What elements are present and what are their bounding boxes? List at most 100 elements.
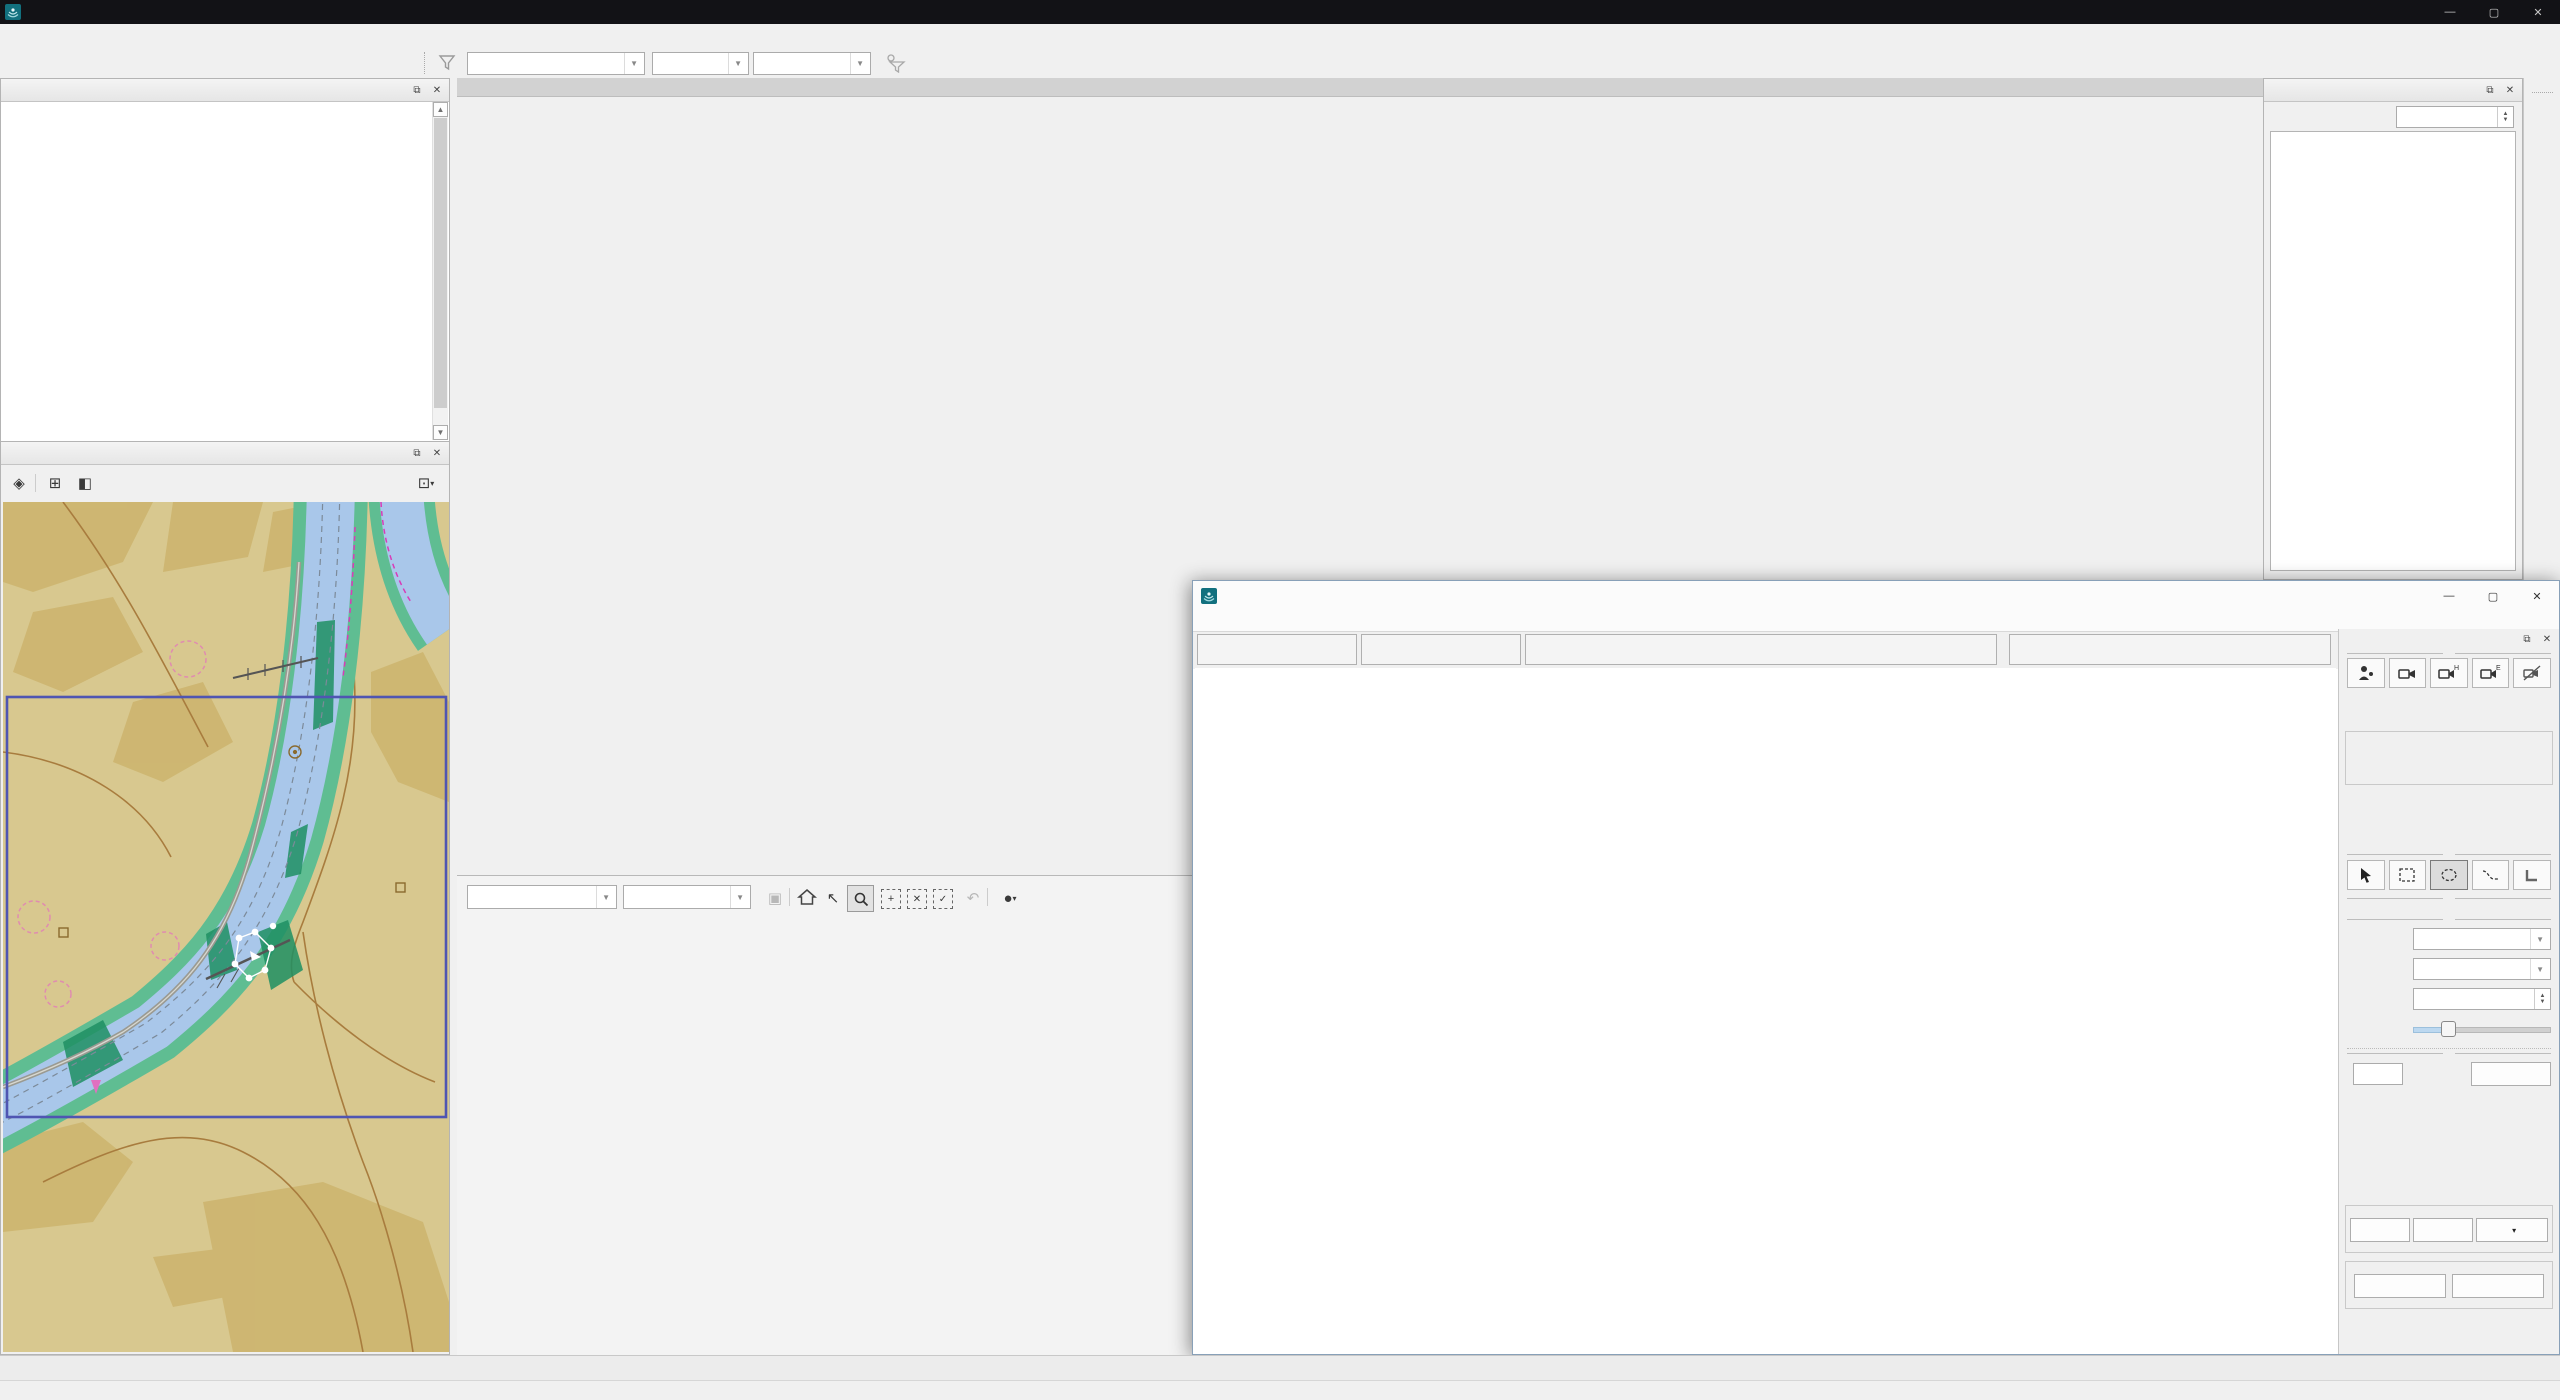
float-panel-icon[interactable]: ⧉: [409, 82, 425, 98]
cursor-rect-select-icon[interactable]: [2389, 860, 2427, 890]
layout-icon[interactable]: ◧: [73, 471, 97, 495]
cursor-polyline-icon[interactable]: [2472, 860, 2510, 890]
point-size-slider[interactable]: [2413, 1020, 2551, 1036]
filter-soundings-combo[interactable]: ▼: [467, 52, 645, 75]
channel-combo[interactable]: ▼: [467, 885, 617, 909]
cursor-lasso-icon[interactable]: [2430, 860, 2468, 890]
home-icon[interactable]: [797, 888, 817, 906]
reject-button[interactable]: [2354, 1274, 2446, 1298]
coordinates-cell: [2009, 634, 2331, 665]
zoom-extents-icon[interactable]: ◈: [7, 471, 31, 495]
scroll-down-icon[interactable]: ▼: [433, 425, 448, 440]
highlight-combo[interactable]: ▼: [2413, 958, 2551, 980]
status-bar: [0, 1380, 2560, 1400]
vertical-splitter[interactable]: [450, 78, 457, 1355]
app-logo-icon: [5, 4, 21, 20]
selected-count-cell: [1197, 634, 1357, 665]
chart-overview-map[interactable]: [3, 502, 449, 1352]
scroll-up-icon[interactable]: ▲: [433, 102, 448, 117]
spin-down-icon: ▼: [2503, 117, 2509, 123]
main-toolbar: ▼ ▼ ▼: [0, 48, 2560, 79]
raw-sonar-file-list[interactable]: [1, 102, 449, 441]
close-panel-icon[interactable]: ✕: [429, 445, 445, 461]
slice-size-input[interactable]: [2353, 1063, 2403, 1085]
float-panel-icon[interactable]: ⧉: [2482, 82, 2498, 98]
3deditor-window: — ▢ ✕ ⧉: [1192, 580, 2560, 1355]
save-icon: ▣: [763, 886, 787, 910]
bathy-view-title: [457, 78, 2263, 97]
scene-tools-strip: [2523, 78, 2560, 580]
nav-source-combo[interactable]: ▼: [623, 885, 751, 909]
zoom-tool-icon[interactable]: [847, 885, 874, 912]
qimera-main-window: — ▢ ✕ ▼ ▼ ▼: [0, 0, 2560, 1400]
camera-lock-icon[interactable]: [2513, 658, 2551, 688]
3deditor-title-bar[interactable]: — ▢ ✕: [1193, 581, 2559, 611]
float-panel-icon[interactable]: ⧉: [409, 445, 425, 461]
edit-group: [2345, 1261, 2553, 1309]
camera-person-icon[interactable]: [2347, 658, 2385, 688]
inside-selection-combo[interactable]: ▼: [753, 52, 871, 75]
cursor-mode-buttons: [2347, 860, 2551, 890]
undo-icon: ↶: [961, 886, 985, 910]
close-button[interactable]: ✕: [2516, 0, 2560, 24]
camera-buttons: H E: [2347, 658, 2551, 688]
bottom-tab-bar: [0, 1355, 2560, 1381]
display-options-icon[interactable]: ⊡▾: [409, 471, 443, 495]
strip-grip[interactable]: [2532, 80, 2553, 93]
select-accept-icon[interactable]: ✓: [933, 889, 953, 909]
select-remove-icon[interactable]: ✕: [907, 889, 927, 909]
camera-home-icon[interactable]: H: [2430, 658, 2468, 688]
layers-tree[interactable]: [2270, 131, 2516, 571]
time-series-editor-panel: ▼ ▼ ▣ ↖ + ✕ ✓ ↶ ●▾: [457, 875, 1192, 1355]
surface-files-combo[interactable]: ▼: [652, 52, 749, 75]
pointcloud-viewport[interactable]: [1195, 668, 2336, 1354]
title-bar: — ▢ ✕: [0, 0, 2560, 24]
invert-selection-button[interactable]: [2413, 1218, 2473, 1242]
map-toolbar: ◈ ⊞ ◧ ⊡▾: [1, 465, 449, 501]
camera-east-icon[interactable]: E: [2472, 658, 2510, 688]
apply-filter-icon[interactable]: [884, 53, 908, 73]
project-sources-panel: ⧉ ✕ ▲ ▼: [0, 78, 450, 441]
cursor-arrow-icon[interactable]: [2347, 860, 2385, 890]
split-view-icon[interactable]: ⊞: [43, 471, 67, 495]
cursor-angle-icon[interactable]: [2513, 860, 2551, 890]
app-logo-icon: [1201, 588, 1217, 604]
close-button[interactable]: ✕: [2515, 584, 2559, 608]
clear-selection-button[interactable]: [2350, 1218, 2410, 1242]
maximize-button[interactable]: ▢: [2472, 0, 2516, 24]
svg-text:H: H: [2454, 665, 2459, 672]
scrollbar-thumb[interactable]: [434, 118, 447, 408]
slider-thumb[interactable]: [2441, 1021, 2456, 1037]
select-by-button[interactable]: ▾: [2476, 1218, 2548, 1242]
close-panel-icon[interactable]: ✕: [429, 82, 445, 98]
minimize-button[interactable]: —: [2427, 584, 2471, 608]
project-layers-panel: ⧉ ✕ ▲▼: [2263, 78, 2523, 580]
minimize-button[interactable]: —: [2428, 0, 2472, 24]
start-slices-button[interactable]: [2471, 1062, 2551, 1086]
unreject-button[interactable]: [2452, 1274, 2544, 1298]
3deditor-menu-bar: [1193, 611, 2559, 631]
surface-edit-overview-panel: ⧉ ✕ ◈ ⊞ ◧ ⊡▾: [0, 441, 450, 1355]
record-cell: [1361, 634, 1521, 665]
filter-edit-icon[interactable]: [438, 53, 460, 73]
selection-group: ▾: [2345, 1205, 2553, 1253]
point-mode-icon[interactable]: ●▾: [995, 886, 1025, 910]
float-panel-icon[interactable]: ⧉: [2519, 631, 2535, 647]
svg-text:E: E: [2496, 665, 2501, 672]
close-panel-icon[interactable]: ✕: [2502, 82, 2518, 98]
camera-free-icon[interactable]: [2389, 658, 2427, 688]
exag-spinner[interactable]: ▲▼: [2413, 988, 2551, 1010]
maximize-button[interactable]: ▢: [2471, 584, 2515, 608]
vertical-exaggeration-spinner[interactable]: ▲▼: [2396, 106, 2514, 128]
control-bar-panel: ⧉ ✕ H E: [2338, 629, 2559, 1354]
toolbar-separator: [424, 52, 425, 74]
select-add-icon[interactable]: +: [881, 889, 901, 909]
time-series-toolbar: ▼ ▼ ▣ ↖ + ✕ ✓ ↶ ●▾: [457, 881, 1192, 915]
color-by-combo[interactable]: ▼: [2413, 928, 2551, 950]
pan-cursor-icon[interactable]: ↖: [821, 886, 845, 910]
height-time-series-chart[interactable]: [467, 931, 1188, 1311]
close-panel-icon[interactable]: ✕: [2539, 631, 2555, 647]
menu-bar: [0, 24, 2560, 49]
editing-mode-group: [2345, 731, 2553, 785]
project-sources-scrollbar[interactable]: ▲ ▼: [432, 102, 448, 440]
